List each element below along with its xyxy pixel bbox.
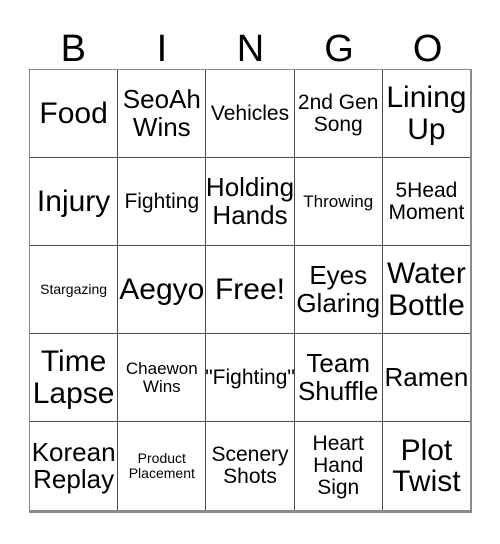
bingo-cell-label: 2nd Gen Song: [297, 90, 379, 136]
bingo-cell[interactable]: Ramen: [383, 334, 470, 421]
bingo-cell-label: Holding Hands: [206, 172, 295, 230]
bingo-cell[interactable]: "Fighting": [206, 334, 295, 421]
bingo-cell-label: Stargazing: [40, 281, 108, 298]
bingo-cell-label: Aegyo: [119, 272, 205, 306]
bingo-cell[interactable]: Chaewon Wins: [118, 334, 207, 421]
bingo-cell[interactable]: 5Head Moment: [383, 158, 470, 245]
bingo-cell[interactable]: 2nd Gen Song: [295, 70, 383, 157]
bingo-cell-label: Plot Twist: [392, 433, 461, 498]
bingo-header-letter-g: G: [324, 28, 354, 70]
bingo-cell-label: Chaewon Wins: [125, 358, 198, 396]
bingo-cell[interactable]: Vehicles: [206, 70, 295, 157]
bingo-cell[interactable]: SeoAh Wins: [118, 70, 207, 157]
bingo-cell[interactable]: Throwing: [295, 158, 383, 245]
bingo-cell[interactable]: Heart Hand Sign: [295, 422, 383, 510]
bingo-row: Food SeoAh Wins Vehicles 2nd Gen Song Li…: [30, 70, 470, 158]
bingo-header-letter-i: I: [156, 28, 168, 70]
bingo-cell-label: Injury: [36, 184, 111, 218]
bingo-cell[interactable]: Team Shuffle: [295, 334, 383, 421]
bingo-cell-label: Eyes Glaring: [296, 260, 381, 318]
bingo-cell[interactable]: Fighting: [118, 158, 207, 245]
bingo-cell-free[interactable]: Free!: [206, 246, 295, 333]
bingo-cell[interactable]: Lining Up: [383, 70, 470, 157]
bingo-cell[interactable]: Holding Hands: [206, 158, 295, 245]
bingo-cell-label: Food: [39, 96, 108, 130]
bingo-row: Time Lapse Chaewon Wins "Fighting" Team …: [30, 334, 470, 422]
bingo-cell[interactable]: Food: [30, 70, 119, 157]
bingo-cell[interactable]: Korean Replay: [30, 422, 119, 510]
bingo-cell[interactable]: Aegyo: [118, 246, 207, 333]
bingo-cell-label: Time Lapse: [32, 345, 115, 410]
bingo-cell[interactable]: Scenery Shots: [206, 422, 295, 510]
bingo-cell[interactable]: Stargazing: [30, 246, 119, 333]
bingo-cell-label: Heart Hand Sign: [312, 432, 364, 499]
bingo-cell[interactable]: Time Lapse: [30, 334, 119, 421]
bingo-cell-label: Korean Replay: [31, 436, 116, 494]
bingo-cell-label: "Fighting": [206, 365, 295, 389]
bingo-row: Stargazing Aegyo Free! Eyes Glaring Wate…: [30, 246, 470, 334]
bingo-cell-label: Water Bottle: [386, 257, 466, 322]
bingo-cell-label: Scenery Shots: [211, 443, 289, 488]
bingo-cell-label: Fighting: [124, 189, 200, 213]
bingo-header-letter-n: N: [236, 28, 265, 70]
bingo-cell-label: Lining Up: [386, 81, 467, 146]
bingo-header-row: B I N G O: [29, 14, 472, 69]
bingo-cell-label: Vehicles: [210, 101, 290, 125]
bingo-cell-label: Free!: [214, 272, 286, 306]
bingo-header-letter-b: B: [60, 28, 86, 70]
bingo-cell-label: Product Placement: [128, 450, 195, 481]
bingo-cell[interactable]: Plot Twist: [383, 422, 470, 510]
bingo-cell[interactable]: Water Bottle: [383, 246, 470, 333]
bingo-card: B I N G O Food SeoAh Wins Vehicles 2nd G…: [29, 14, 472, 513]
bingo-cell[interactable]: Eyes Glaring: [295, 246, 383, 333]
bingo-cell-label: Throwing: [303, 191, 374, 211]
bingo-cell-label: SeoAh Wins: [122, 84, 201, 142]
bingo-cell[interactable]: Product Placement: [118, 422, 207, 510]
bingo-cell-label: 5Head Moment: [388, 178, 465, 224]
bingo-cell-label: Team Shuffle: [297, 348, 379, 406]
bingo-cell-label: Ramen: [384, 361, 469, 392]
bingo-cell[interactable]: Injury: [30, 158, 119, 245]
bingo-grid: Food SeoAh Wins Vehicles 2nd Gen Song Li…: [29, 69, 472, 513]
bingo-row: Korean Replay Product Placement Scenery …: [30, 422, 470, 510]
bingo-header-letter-o: O: [412, 28, 443, 70]
bingo-row: Injury Fighting Holding Hands Throwing 5…: [30, 158, 470, 246]
